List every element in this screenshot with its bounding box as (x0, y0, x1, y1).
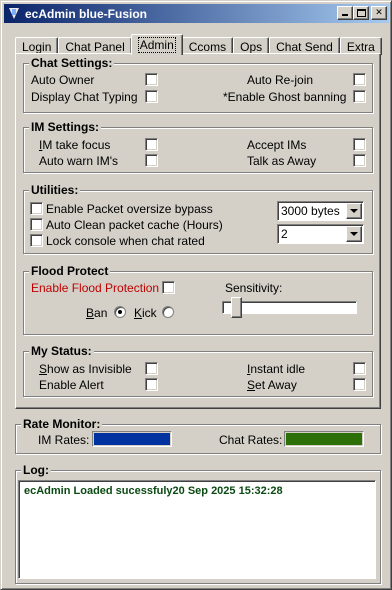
auto-owner-checkbox[interactable] (145, 73, 158, 86)
ghost-banning-label: *Enable Ghost banning (223, 90, 347, 104)
tab-admin[interactable]: Admin (130, 34, 183, 55)
kick-label: Kick (134, 306, 157, 320)
tab-label: Chat Panel (65, 39, 125, 54)
sensitivity-slider-thumb[interactable] (231, 297, 242, 318)
talk-as-away-label: Talk as Away (247, 154, 317, 168)
enable-alert-label: Enable Alert (39, 378, 104, 392)
my-status-title: My Status: (29, 344, 94, 358)
im-take-focus-rest: M take focus (42, 138, 111, 152)
show-invisible-label: Show as Invisible (39, 362, 132, 376)
auto-rejoin-checkbox[interactable] (353, 73, 366, 86)
chat-rates-fill (286, 433, 362, 445)
rate-monitor-title: Rate Monitor: (21, 417, 103, 431)
show-invisible-rest: how as Invisible (47, 362, 132, 376)
maximize-button[interactable] (353, 6, 369, 20)
hours-select[interactable]: 2 (277, 224, 364, 244)
im-settings-title: IM Settings: (29, 120, 101, 134)
tab-label: Ops (240, 39, 263, 54)
packet-oversize-checkbox[interactable] (30, 202, 43, 215)
im-rates-fill (94, 433, 170, 445)
close-button[interactable]: ✕ (371, 6, 387, 20)
kick-label-rest: ick (142, 306, 157, 320)
minimize-button[interactable] (337, 6, 353, 20)
accept-ims-checkbox[interactable] (353, 138, 366, 151)
instant-idle-checkbox[interactable] (353, 362, 366, 375)
sensitivity-slider-track[interactable] (222, 301, 357, 314)
lock-console-label: Lock console when chat rated (46, 234, 205, 248)
log-title: Log: (21, 463, 51, 477)
app-window: ecAdmin blue-Fusion ✕ Login Chat Panel A… (0, 0, 392, 590)
sensitivity-label: Sensitivity: (225, 281, 283, 295)
log-entry: ecAdmin Loaded sucessfuly20 Sep 2025 15:… (24, 485, 283, 497)
set-away-rest: et Away (255, 378, 297, 392)
auto-owner-label: Auto Owner (31, 73, 95, 87)
tab-strip: Login Chat Panel Admin Ccoms Ops Chat Se… (15, 34, 382, 55)
app-logo-icon (7, 7, 21, 21)
enable-flood-protection-label: Enable Flood Protection (31, 281, 160, 295)
enable-flood-protection-checkbox[interactable] (162, 281, 175, 294)
tab-label: Extra (346, 39, 375, 54)
display-chat-typing-label: Display Chat Typing (31, 90, 138, 104)
display-chat-typing-checkbox[interactable] (145, 90, 158, 103)
auto-clean-checkbox[interactable] (30, 218, 43, 231)
ban-radio[interactable] (114, 306, 126, 318)
ban-label: Ban (86, 306, 108, 320)
flood-protect-title: Flood Protect (29, 264, 111, 278)
window-controls: ✕ (337, 6, 387, 20)
im-rates-label: IM Rates: (38, 433, 90, 447)
auto-clean-label: Auto Clean packet cache (Hours) (46, 218, 223, 232)
chat-settings-group: Chat Settings: (23, 56, 373, 113)
bytes-select[interactable]: 3000 bytes (277, 201, 364, 221)
chat-settings-title: Chat Settings: (29, 56, 115, 70)
maximize-icon (357, 9, 366, 17)
tab-label: Login (22, 39, 52, 54)
instant-idle-rest: nstant idle (250, 362, 306, 376)
dropdown-arrow-icon[interactable] (346, 226, 362, 242)
instant-idle-label: Instant idle (247, 362, 306, 376)
utilities-title: Utilities: (29, 183, 81, 197)
bytes-select-value: 3000 bytes (281, 204, 340, 218)
packet-oversize-label: Enable Packet oversize bypass (46, 202, 213, 216)
kick-radio[interactable] (162, 306, 174, 318)
im-rates-meter (92, 431, 172, 447)
auto-rejoin-label: Auto Re-join (247, 73, 314, 87)
log-textbox[interactable]: ecAdmin Loaded sucessfuly20 Sep 2025 15:… (18, 480, 376, 579)
enable-alert-checkbox[interactable] (145, 378, 158, 391)
set-away-checkbox[interactable] (353, 378, 366, 391)
accept-ims-label: Accept IMs (247, 138, 307, 152)
title-bar[interactable]: ecAdmin blue-Fusion ✕ (4, 4, 389, 23)
lock-console-checkbox[interactable] (30, 234, 43, 247)
im-take-focus-checkbox[interactable] (145, 138, 158, 151)
auto-warn-ims-checkbox[interactable] (145, 154, 158, 167)
dropdown-arrow-icon[interactable] (346, 203, 362, 219)
hours-select-value: 2 (281, 227, 288, 241)
chat-rates-label: Chat Rates: (219, 433, 283, 447)
im-take-focus-label: IM take focus (39, 138, 111, 152)
minimize-icon (342, 14, 348, 16)
tab-label: Admin (137, 37, 176, 53)
tab-label: Chat Send (276, 39, 333, 54)
close-icon: ✕ (375, 7, 383, 18)
ban-label-rest: an (94, 306, 108, 320)
show-invisible-checkbox[interactable] (145, 362, 158, 375)
talk-as-away-checkbox[interactable] (353, 154, 366, 167)
chat-rates-meter (284, 431, 364, 447)
auto-warn-ims-label: Auto warn IM's (39, 154, 118, 168)
set-away-label: Set Away (247, 378, 297, 392)
tab-label: Ccoms (188, 39, 227, 54)
window-title: ecAdmin blue-Fusion (25, 6, 148, 21)
ghost-banning-checkbox[interactable] (353, 90, 366, 103)
